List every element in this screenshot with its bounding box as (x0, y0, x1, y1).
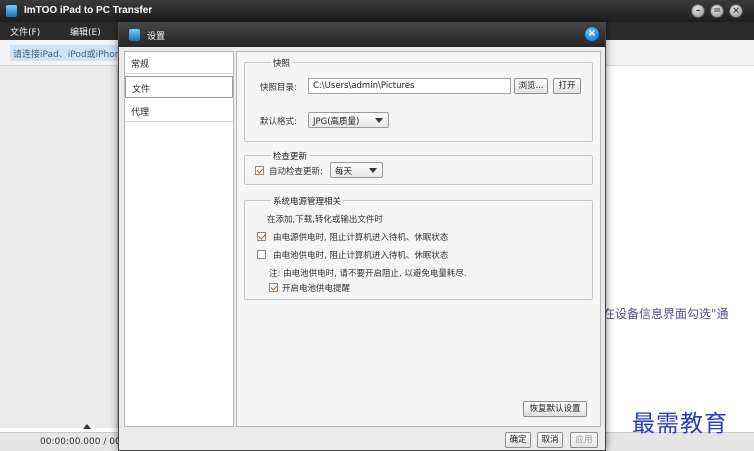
battery-reminder-label: 开启电池供电提醒 (282, 284, 351, 294)
apply-button[interactable]: 应用 (570, 432, 598, 448)
app-title: ImTOO iPad to PC Transfer (24, 5, 153, 16)
update-frequency-select[interactable]: 每天 (330, 162, 383, 178)
power-group: 系统电源管理相关 在添加,下载,转化或输出文件时 由电源供电时, 阻止计算机进入… (244, 195, 593, 300)
ac-power-checkbox[interactable] (257, 232, 266, 241)
format-select-value: JPG(高质量) (313, 117, 360, 127)
auto-update-checkbox[interactable] (255, 166, 264, 175)
format-label: 默认格式: (260, 117, 297, 127)
dialog-titlebar: 设置 × (119, 23, 605, 47)
update-group: 检查更新 自动检查更新: 每天 (244, 150, 593, 185)
battery-power-checkbox[interactable] (257, 250, 266, 259)
main-titlebar: ImTOO iPad to PC Transfer – = × (0, 0, 754, 22)
device-info-hint-text: 在设备信息界面勾选"通 (603, 307, 729, 321)
watermark: 最需教育 (632, 411, 728, 437)
device-hint: 请连接iPad、iPod或iPhone (10, 45, 122, 61)
dialog-logo-icon (129, 29, 140, 41)
cancel-button[interactable]: 取消 (537, 432, 563, 448)
chevron-down-icon (369, 168, 377, 173)
ac-power-label: 由电源供电时, 阻止计算机进入待机、休眠状态 (273, 233, 449, 243)
power-legend: 系统电源管理相关 (271, 195, 344, 207)
browse-button[interactable]: 浏览... (514, 78, 548, 94)
restore-icon[interactable]: = (710, 4, 724, 18)
minimize-icon[interactable]: – (691, 4, 705, 18)
chevron-down-icon (375, 118, 383, 123)
update-legend: 检查更新 (271, 150, 310, 162)
left-pane (0, 66, 118, 428)
update-frequency-value: 每天 (335, 167, 353, 177)
settings-dialog: 设置 × 常规 文件 代理 快照 快照目录: C:\Users\admin\Pi… (118, 22, 606, 451)
dialog-close-icon[interactable]: × (584, 26, 600, 42)
menu-edit[interactable]: 编辑(E) (70, 25, 101, 38)
battery-reminder-checkbox[interactable] (269, 283, 278, 292)
open-button[interactable]: 打开 (553, 78, 581, 94)
snapshot-dir-input[interactable]: C:\Users\admin\Pictures (308, 78, 511, 94)
snapshot-legend: 快照 (271, 57, 293, 69)
dialog-title: 设置 (147, 32, 166, 42)
auto-update-label: 自动检查更新: (269, 167, 323, 177)
snapshot-group: 快照 快照目录: C:\Users\admin\Pictures 浏览... 打… (244, 57, 593, 142)
playback-time: 00:00:00.000 / 00: (40, 437, 124, 447)
settings-content: 快照 快照目录: C:\Users\admin\Pictures 浏览... 打… (236, 51, 601, 427)
settings-nav: 常规 文件 代理 (124, 51, 234, 427)
ok-button[interactable]: 确定 (505, 432, 531, 448)
nav-general[interactable]: 常规 (125, 52, 233, 74)
close-icon[interactable]: × (729, 4, 743, 18)
power-desc: 在添加,下载,转化或输出文件时 (267, 215, 383, 225)
collapse-arrow-icon[interactable] (83, 424, 91, 429)
restore-default-button[interactable]: 恢复默认设置 (523, 401, 587, 417)
power-note: 注: 由电池供电时, 请不要开启阻止, 以避免电量耗尽. (269, 269, 467, 279)
nav-file[interactable]: 文件 (125, 76, 233, 98)
battery-power-label: 由电池供电时, 阻止计算机进入待机、休眠状态 (273, 251, 449, 261)
app-logo-icon (6, 5, 17, 17)
format-select[interactable]: JPG(高质量) (308, 112, 389, 128)
snapshot-dir-label: 快照目录: (260, 83, 297, 93)
menu-file[interactable]: 文件(F) (10, 25, 40, 38)
nav-proxy[interactable]: 代理 (125, 100, 233, 122)
